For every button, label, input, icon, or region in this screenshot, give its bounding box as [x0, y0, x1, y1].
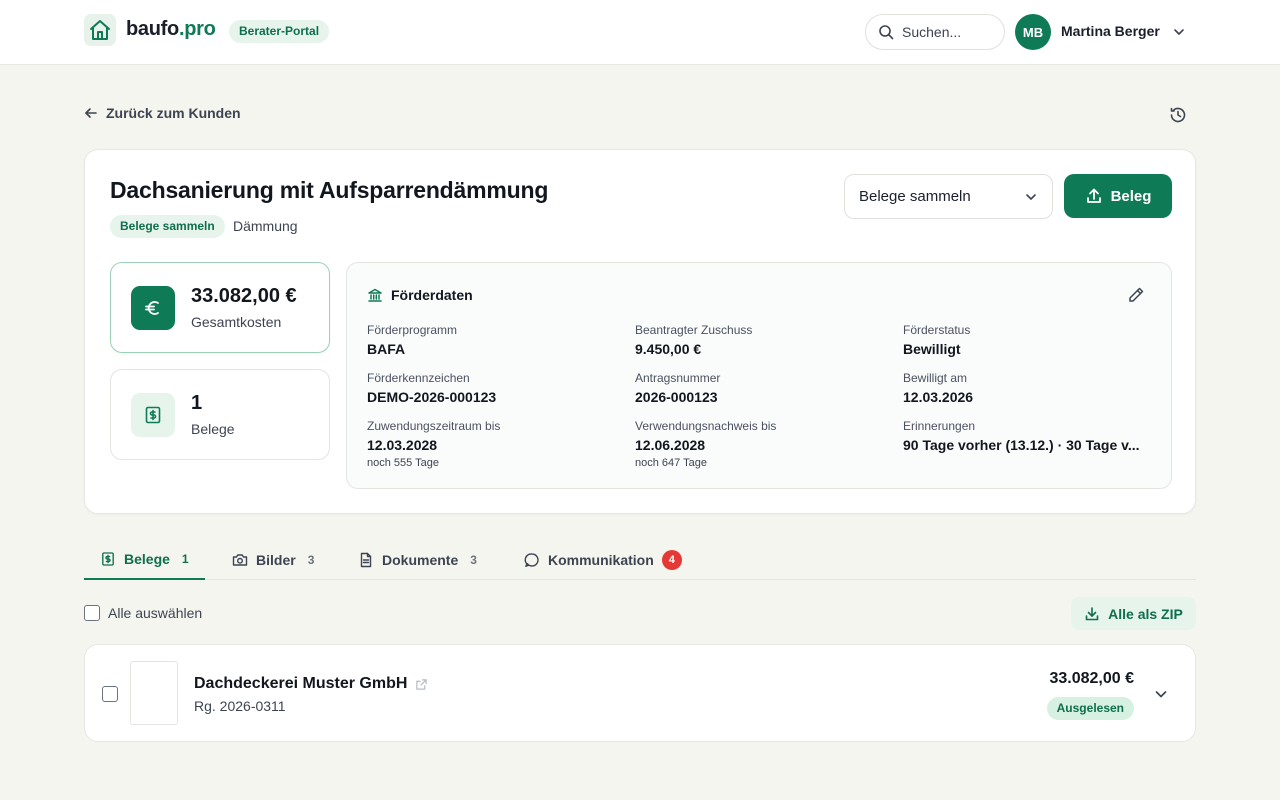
funding-status-label: Förderstatus [903, 323, 971, 337]
upload-icon [1086, 188, 1101, 203]
arrow-left-icon [85, 108, 97, 118]
bank-icon [368, 288, 382, 302]
receipt-count-card[interactable]: 1 Belege [110, 369, 330, 460]
unread-count-badge: 4 [661, 549, 682, 570]
tab-receipts[interactable]: Belege 1 [84, 539, 205, 580]
vendor-name[interactable]: Dachdeckerei Muster GmbH [194, 675, 428, 693]
select-all-label: Alle auswählen [108, 605, 203, 621]
download-zip-label: Alle als ZIP [1108, 605, 1183, 622]
tab-images[interactable]: Bilder 3 [232, 539, 314, 580]
total-cost-value: 33.082,00 € [191, 285, 297, 307]
tab-receipts-label: Belege [124, 550, 170, 567]
grant-period-label: Zuwendungszeitraum bis [367, 419, 501, 433]
reminders-label: Erinnerungen [903, 419, 976, 433]
user-name[interactable]: Martina Berger [1061, 23, 1160, 39]
search-box[interactable] [865, 14, 1005, 50]
euro-icon [131, 286, 175, 330]
receipt-amount: 33.082,00 € [1049, 670, 1134, 687]
receipt-icon [131, 393, 175, 437]
proof-due-remaining: noch 647 Tage [635, 457, 707, 469]
program-label: Förderprogramm [367, 323, 458, 337]
proof-due-label: Verwendungsnachweis bis [635, 419, 777, 433]
download-icon [1085, 606, 1099, 620]
receipt-checkbox[interactable] [102, 686, 118, 702]
edit-pencil-icon[interactable] [1127, 286, 1145, 304]
receipt-thumbnail[interactable] [130, 661, 178, 725]
invoice-number: Rg. 2026-0311 [194, 698, 286, 714]
project-card: Dachsanierung mit Aufsparrendämmung Bele… [84, 149, 1196, 514]
document-icon [360, 552, 372, 567]
approved-on-value: 12.03.2026 [903, 389, 974, 405]
tab-images-count: 3 [307, 552, 315, 567]
grant-period-remaining: noch 555 Tage [367, 457, 439, 469]
application-label: Antragsnummer [635, 371, 721, 385]
total-cost-label: Gesamtkosten [191, 314, 282, 330]
reference-label: Förderkennzeichen [367, 371, 470, 385]
search-icon [879, 25, 894, 40]
reference-value: DEMO-2026-000123 [367, 389, 497, 405]
select-all[interactable]: Alle auswählen [84, 605, 202, 621]
grant-period-value: 12.03.2028 [367, 437, 438, 453]
select-all-checkbox[interactable] [84, 605, 100, 621]
total-cost-card[interactable]: 33.082,00 € Gesamtkosten [110, 262, 330, 353]
list-item[interactable]: Dachdeckerei Muster GmbH Rg. 2026-0311 3… [84, 644, 1196, 742]
application-value: 2026-000123 [635, 389, 718, 405]
status-badge: Belege sammeln [110, 215, 225, 238]
page-title: Dachsanierung mit Aufsparrendämmung [110, 177, 549, 203]
chevron-down-icon[interactable] [1152, 685, 1170, 703]
tab-documents[interactable]: Dokumente 3 [358, 539, 477, 580]
receipt-count-label: Belege [191, 421, 235, 437]
funding-panel: Förderdaten Förderprogramm BAFA Förderke… [346, 262, 1172, 489]
upload-button-label: Beleg [1110, 187, 1152, 205]
requested-value: 9.450,00 € [635, 341, 702, 357]
receipt-count-value: 1 [191, 392, 203, 414]
program-value: BAFA [367, 341, 406, 357]
tab-documents-label: Dokumente [382, 551, 459, 568]
avatar[interactable]: MB [1015, 14, 1051, 50]
category-label: Dämmung [233, 218, 298, 234]
download-zip-button[interactable]: Alle als ZIP [1071, 597, 1196, 630]
tab-images-label: Bilder [256, 551, 296, 568]
portal-badge: Berater-Portal [229, 20, 330, 43]
tab-communication[interactable]: Kommunikation 4 [524, 539, 682, 580]
proof-due-value: 12.06.2028 [635, 437, 706, 453]
funding-status-value: Bewilligt [903, 341, 961, 357]
tab-bar: Belege 1 Bilder 3 Dokumente 3 Kommunikat… [84, 539, 1196, 580]
status-badge: Ausgelesen [1046, 697, 1134, 720]
tab-receipts-count: 1 [181, 551, 189, 566]
status-select[interactable]: Belege sammeln [844, 174, 1053, 219]
house-logo-icon[interactable] [84, 14, 116, 46]
status-select-value: Belege sammeln [859, 188, 971, 205]
history-icon [1170, 107, 1186, 123]
receipt-icon [102, 551, 114, 566]
requested-label: Beantragter Zuschuss [635, 323, 753, 337]
reminders-value: 90 Tage vorher (13.12.) · 30 Tage v... [903, 437, 1140, 453]
search-input[interactable] [902, 24, 992, 40]
back-link-label: Zurück zum Kunden [106, 105, 241, 121]
back-to-customer-link[interactable]: Zurück zum Kunden [84, 105, 241, 121]
camera-icon [232, 553, 248, 566]
tab-documents-count: 3 [470, 552, 477, 567]
tab-communication-label: Kommunikation [548, 551, 654, 568]
funding-title: Förderdaten [391, 287, 473, 303]
external-link-icon[interactable] [415, 678, 428, 691]
brand-name[interactable]: baufo.pro [126, 18, 216, 41]
top-bar: baufo.pro Berater-Portal MB Martina Berg… [0, 0, 1280, 65]
funding-header: Förderdaten [367, 287, 473, 303]
chevron-down-icon [1026, 193, 1036, 200]
vendor-name-text: Dachdeckerei Muster GmbH [194, 675, 408, 692]
approved-on-label: Bewilligt am [903, 371, 968, 385]
history-button[interactable] [1166, 103, 1190, 127]
upload-receipt-button[interactable]: Beleg [1064, 174, 1172, 218]
chat-icon [524, 552, 539, 567]
chevron-down-icon[interactable] [1172, 25, 1186, 39]
